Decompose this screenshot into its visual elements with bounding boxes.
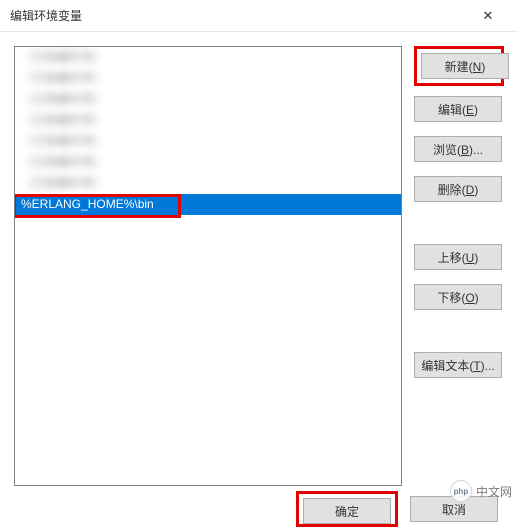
list-item[interactable]: （已隐藏的项） — [15, 68, 401, 89]
list-item[interactable]: （已隐藏的项） — [15, 110, 401, 131]
list-item[interactable]: （已隐藏的项） — [15, 173, 401, 194]
button-label: 下移(O) — [437, 289, 478, 306]
dialog-title: 编辑环境变量 — [10, 7, 468, 24]
annotation-highlight: 新建(N) — [414, 46, 504, 86]
button-label: 上移(U) — [438, 249, 479, 266]
list-item[interactable]: （已隐藏的项） — [15, 152, 401, 173]
button-label: 新建(N) — [445, 58, 486, 75]
list-item[interactable]: （已隐藏的项） — [15, 47, 401, 68]
browse-button[interactable]: 浏览(B)... — [414, 136, 502, 162]
edit-button[interactable]: 编辑(E) — [414, 96, 502, 122]
edittext-button[interactable]: 编辑文本(T)... — [414, 352, 502, 378]
annotation-highlight: 确定 — [296, 491, 398, 527]
close-icon[interactable]: ✕ — [468, 2, 508, 30]
button-label: 编辑文本(T)... — [421, 357, 494, 374]
env-path-listbox[interactable]: （已隐藏的项） （已隐藏的项） （已隐藏的项） （已隐藏的项） （已隐藏的项） … — [14, 46, 402, 486]
ok-button[interactable]: 确定 — [303, 498, 391, 524]
new-button[interactable]: 新建(N) — [421, 53, 509, 79]
spacer — [414, 324, 504, 352]
button-label: 浏览(B)... — [433, 141, 483, 158]
cancel-button[interactable]: 取消 — [410, 496, 498, 522]
delete-button[interactable]: 删除(D) — [414, 176, 502, 202]
list-item-selected[interactable]: %ERLANG_HOME%\bin — [15, 194, 401, 215]
bottom-button-bar: php 中文网 确定 取消 — [0, 486, 518, 532]
moveup-button[interactable]: 上移(U) — [414, 244, 502, 270]
list-item[interactable]: （已隐藏的项） — [15, 131, 401, 152]
button-label: 编辑(E) — [438, 101, 478, 118]
titlebar: 编辑环境变量 ✕ — [0, 0, 518, 32]
movedown-button[interactable]: 下移(O) — [414, 284, 502, 310]
button-label: 删除(D) — [438, 181, 479, 198]
list-item[interactable]: （已隐藏的项） — [15, 89, 401, 110]
button-column: 新建(N) 编辑(E) 浏览(B)... 删除(D) 上移(U) 下移(O) 编… — [414, 46, 504, 486]
spacer — [414, 216, 504, 244]
dialog: 编辑环境变量 ✕ （已隐藏的项） （已隐藏的项） （已隐藏的项） （已隐藏的项）… — [0, 0, 518, 532]
content-area: （已隐藏的项） （已隐藏的项） （已隐藏的项） （已隐藏的项） （已隐藏的项） … — [0, 32, 518, 486]
